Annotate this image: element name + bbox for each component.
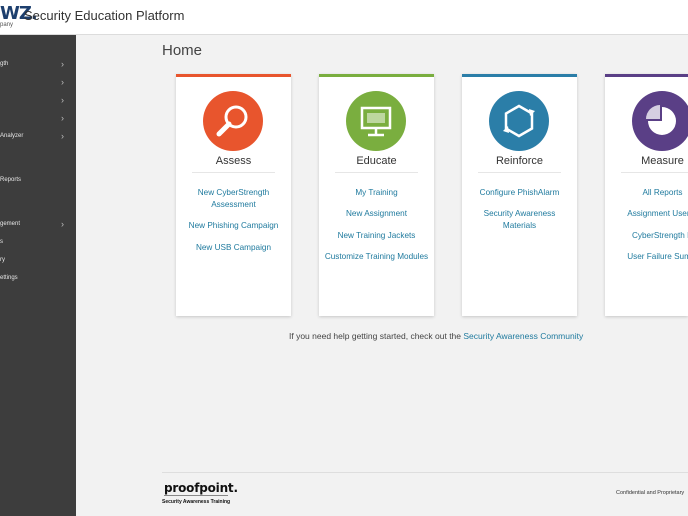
main-content: Home Assess New CyberStrength Assessment… bbox=[76, 35, 688, 516]
link-cyberstrength-report[interactable]: CyberStrength R bbox=[609, 230, 688, 242]
confidential-notice: Confidential and Proprietary bbox=[616, 490, 685, 496]
chevron-right-icon: › bbox=[61, 95, 64, 105]
link-user-failure-summary[interactable]: User Failure Summ bbox=[609, 251, 688, 263]
security-awareness-community-link[interactable]: Security Awareness Community bbox=[463, 331, 583, 341]
link-new-training-jackets[interactable]: New Training Jackets bbox=[323, 230, 430, 242]
magnifier-icon[interactable] bbox=[203, 91, 263, 151]
sidebar-item-label: s bbox=[0, 239, 3, 245]
chevron-right-icon: › bbox=[61, 131, 64, 141]
help-message: If you need help getting started, check … bbox=[289, 331, 583, 341]
sidebar-item-label: gement bbox=[0, 221, 21, 227]
sidebar-item-2[interactable]: › bbox=[0, 77, 76, 89]
card-title: Measure bbox=[641, 155, 684, 167]
footer-divider bbox=[162, 472, 688, 473]
sidebar-item-label: ry bbox=[0, 257, 5, 263]
card-assess: Assess New CyberStrength Assessment New … bbox=[176, 74, 291, 316]
link-new-usb-campaign[interactable]: New USB Campaign bbox=[180, 242, 287, 254]
company-logo-subtext: pany bbox=[0, 22, 14, 28]
proofpoint-tagline: Security Awareness Training bbox=[162, 499, 231, 505]
card-title: Assess bbox=[215, 155, 252, 167]
sidebar-item-management[interactable]: gement › bbox=[0, 219, 76, 231]
chevron-right-icon: › bbox=[61, 113, 64, 123]
link-new-assignment[interactable]: New Assignment bbox=[323, 208, 430, 220]
help-text: If you need help getting started, check … bbox=[289, 331, 464, 341]
divider bbox=[192, 172, 275, 173]
sidebar-item-strength[interactable]: gth › bbox=[0, 59, 76, 71]
divider bbox=[478, 172, 561, 173]
sidebar-item-3[interactable]: › bbox=[0, 95, 76, 107]
sidebar-item-label: Analyzer bbox=[0, 133, 24, 139]
sidebar-item-4[interactable]: › bbox=[0, 113, 76, 125]
monitor-icon[interactable] bbox=[346, 91, 406, 151]
sidebar-item-label: gth bbox=[0, 61, 9, 67]
card-measure: Measure All Reports Assignment User D Cy… bbox=[605, 74, 688, 316]
logo-underline bbox=[164, 495, 228, 496]
card-accent-bar bbox=[605, 74, 688, 77]
card-accent-bar bbox=[319, 74, 434, 77]
divider bbox=[621, 172, 688, 173]
top-bar: WZ. pany Security Education Platform bbox=[0, 0, 688, 35]
link-assignment-user-detail[interactable]: Assignment User D bbox=[609, 208, 688, 220]
link-new-phishing-campaign[interactable]: New Phishing Campaign bbox=[180, 220, 287, 232]
chevron-right-icon: › bbox=[61, 59, 64, 69]
divider bbox=[335, 172, 418, 173]
page-title: Home bbox=[162, 42, 203, 59]
sidebar-item-analyzer[interactable]: Analyzer › bbox=[0, 131, 76, 143]
sidebar: gth › › › › Analyzer › Reports gement › … bbox=[0, 35, 76, 516]
card-educate: Educate My Training New Assignment New T… bbox=[319, 74, 434, 316]
card-accent-bar bbox=[462, 74, 577, 77]
card-reinforce: Reinforce Configure PhishAlarm Security … bbox=[462, 74, 577, 316]
link-security-awareness-materials[interactable]: Security Awareness Materials bbox=[466, 208, 573, 232]
pie-chart-icon[interactable] bbox=[632, 91, 688, 151]
chevron-right-icon: › bbox=[61, 219, 64, 229]
sidebar-item-settings[interactable]: ettings bbox=[0, 273, 76, 285]
sidebar-item-s[interactable]: s bbox=[0, 237, 76, 249]
link-customize-training-modules[interactable]: Customize Training Modules bbox=[323, 251, 430, 263]
link-configure-phishalarm[interactable]: Configure PhishAlarm bbox=[466, 187, 573, 199]
sidebar-item-ry[interactable]: ry bbox=[0, 255, 76, 267]
sidebar-item-label: ettings bbox=[0, 275, 18, 281]
card-title: Educate bbox=[356, 155, 397, 167]
link-my-training[interactable]: My Training bbox=[323, 187, 430, 199]
cycle-arrows-icon[interactable] bbox=[489, 91, 549, 151]
sidebar-item-label: Reports bbox=[0, 177, 22, 183]
proofpoint-logo: proofpoint. bbox=[164, 481, 238, 495]
app-title: Security Education Platform bbox=[24, 8, 185, 23]
card-title: Reinforce bbox=[495, 155, 544, 167]
sidebar-item-reports[interactable]: Reports bbox=[0, 175, 76, 187]
link-new-cyberstrength-assessment[interactable]: New CyberStrength Assessment bbox=[180, 187, 287, 211]
card-accent-bar bbox=[176, 74, 291, 77]
link-all-reports[interactable]: All Reports bbox=[609, 187, 688, 199]
chevron-right-icon: › bbox=[61, 77, 64, 87]
